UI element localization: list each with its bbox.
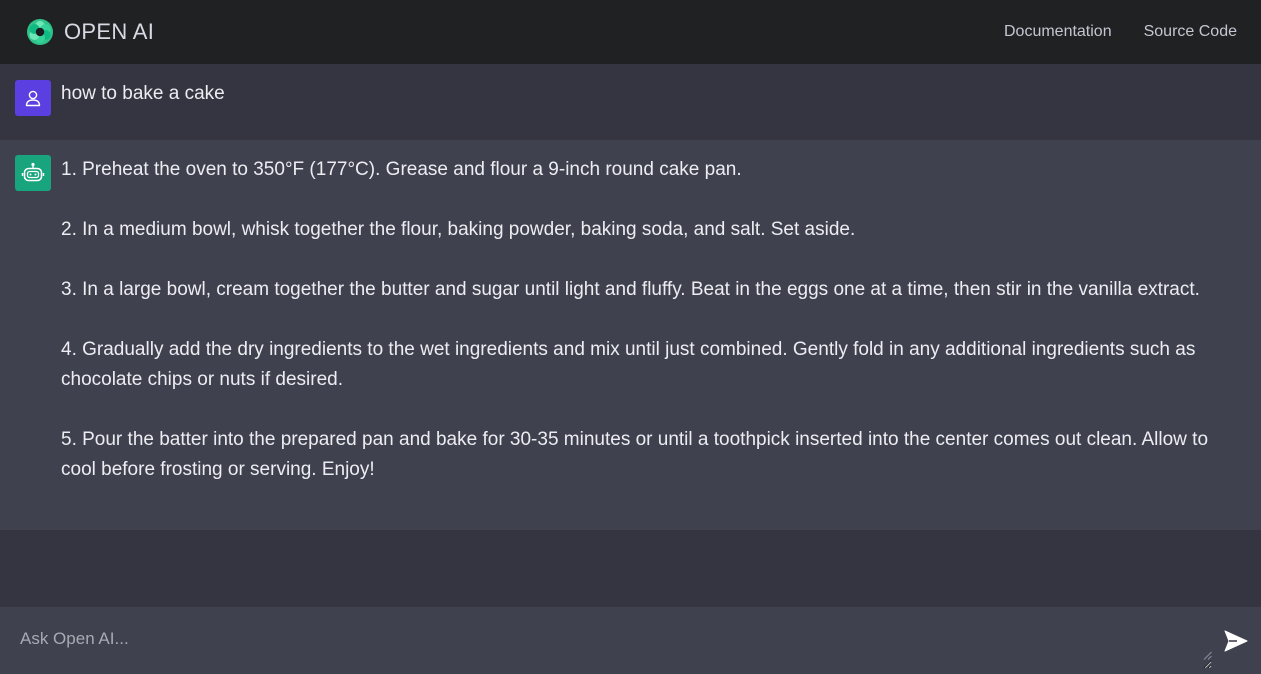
user-message-text: how to bake a cake	[61, 83, 225, 104]
prompt-input[interactable]	[8, 617, 1212, 669]
brand[interactable]: OPEN AI	[26, 18, 154, 46]
input-bar	[0, 607, 1261, 674]
send-icon	[1224, 630, 1248, 652]
top-header: OPEN AI Documentation Source Code	[0, 0, 1261, 64]
bot-message: 1. Preheat the oven to 350°F (177°C). Gr…	[0, 140, 1261, 530]
robot-icon	[21, 162, 45, 182]
resize-grip-icon[interactable]	[1203, 651, 1212, 660]
bot-step-4: 4. Gradually add the dry ingredients to …	[61, 339, 1196, 390]
bot-step-5: 5. Pour the batter into the prepared pan…	[61, 429, 1209, 480]
bot-step-1: 1. Preheat the oven to 350°F (177°C). Gr…	[61, 159, 742, 180]
nav-source-code-link[interactable]: Source Code	[1144, 23, 1237, 41]
openai-logo-icon	[27, 19, 53, 45]
bot-step-2: 2. In a medium bowl, whisk together the …	[61, 219, 856, 240]
user-message: how to bake a cake	[0, 64, 1261, 140]
bot-avatar	[15, 155, 51, 191]
top-nav: Documentation Source Code	[1004, 23, 1237, 41]
user-icon	[25, 90, 41, 107]
brand-name: OPEN AI	[64, 19, 155, 44]
user-avatar	[15, 80, 51, 116]
empty-chat-area	[0, 530, 1261, 607]
chat-app: OPEN AI Documentation Source Code how to…	[0, 0, 1261, 674]
bot-message-text: 1. Preheat the oven to 350°F (177°C). Gr…	[61, 155, 1241, 485]
bot-step-3: 3. In a large bowl, cream together the b…	[61, 279, 1200, 300]
nav-documentation-link[interactable]: Documentation	[1004, 23, 1112, 41]
send-button[interactable]	[1222, 626, 1250, 656]
